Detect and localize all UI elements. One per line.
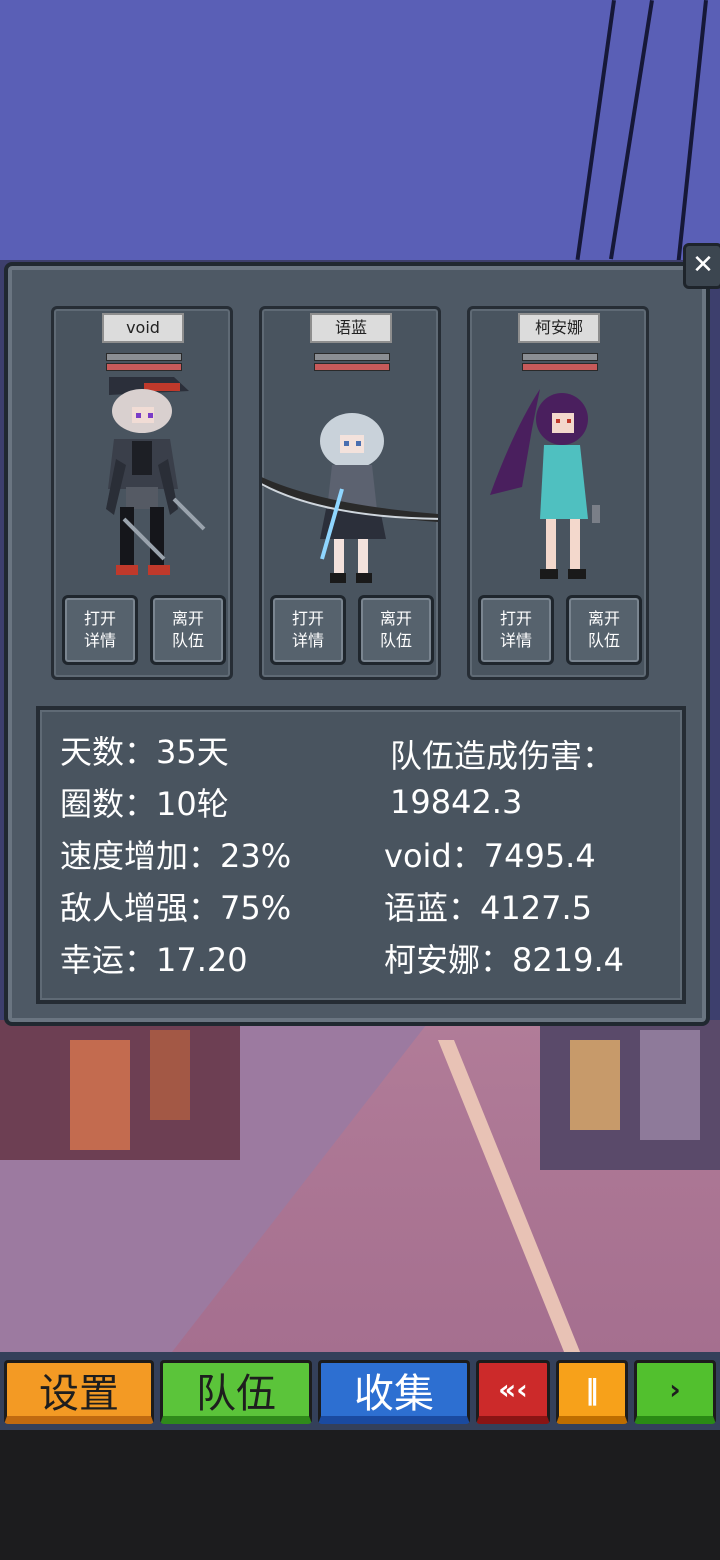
shop-window xyxy=(570,1040,620,1130)
leave-team-button[interactable]: 离开 队伍 xyxy=(566,595,642,665)
damage-yulan: 语蓝：4127.5 xyxy=(384,889,592,927)
button-label: 打开 详情 xyxy=(83,609,116,650)
button-label: 离开 队伍 xyxy=(587,609,620,650)
collect-label: 收集 xyxy=(354,1370,434,1417)
team-damage-value: 19842.3 xyxy=(390,783,523,821)
team-label: 队伍 xyxy=(196,1370,276,1417)
button-label: 离开 队伍 xyxy=(171,609,204,650)
shopfront-right xyxy=(540,1020,720,1170)
shopfront-left xyxy=(0,1020,240,1160)
stat-laps: 圈数：10轮 xyxy=(60,785,229,823)
close-icon: ✕ xyxy=(692,250,714,280)
settings-button[interactable]: 设置 xyxy=(4,1360,154,1424)
team-damage-label: 队伍造成伤害： xyxy=(390,737,615,775)
button-label: 离开 队伍 xyxy=(379,609,412,650)
close-button[interactable]: ✕ xyxy=(683,243,720,289)
collect-button[interactable]: 收集 xyxy=(318,1360,470,1424)
open-details-button[interactable]: 打开 详情 xyxy=(478,595,554,665)
hp-bar xyxy=(106,353,182,361)
button-label: 打开 详情 xyxy=(291,609,324,650)
member-card-yulan: 语蓝 打开 详情 离开 队伍 xyxy=(259,306,441,680)
team-stats-box: 天数：35天 圈数：10轮 速度增加：23% 敌人增强：75% 幸运：17.20… xyxy=(36,706,686,1004)
rewind-button[interactable]: «‹ xyxy=(476,1360,550,1424)
play-button[interactable]: › xyxy=(634,1360,716,1424)
character-sprite-keanna xyxy=(490,389,600,579)
member-card-keanna: 柯安娜 打开 详情 离开 队伍 xyxy=(467,306,649,680)
settings-label: 设置 xyxy=(39,1370,119,1417)
bottom-toolbar: 设置 队伍 收集 «‹ ‖ › xyxy=(0,1352,720,1430)
damage-keanna: 柯安娜：8219.4 xyxy=(384,941,624,979)
hp-bar xyxy=(314,353,390,361)
stat-days: 天数：35天 xyxy=(60,733,229,771)
member-name: 柯安娜 xyxy=(518,313,600,343)
button-label: 打开 详情 xyxy=(499,609,532,650)
pause-icon: ‖ xyxy=(585,1373,599,1406)
character-sprite-yulan xyxy=(262,413,438,583)
member-name: void xyxy=(102,313,184,343)
pause-button[interactable]: ‖ xyxy=(556,1360,628,1424)
open-details-button[interactable]: 打开 详情 xyxy=(270,595,346,665)
team-button[interactable]: 队伍 xyxy=(160,1360,312,1424)
rewind-icon: «‹ xyxy=(498,1373,528,1406)
shop-window xyxy=(150,1030,190,1120)
open-details-button[interactable]: 打开 详情 xyxy=(62,595,138,665)
leave-team-button[interactable]: 离开 队伍 xyxy=(358,595,434,665)
damage-void: void：7495.4 xyxy=(384,837,596,875)
member-card-void: void 打开 详情 离开 队伍 xyxy=(51,306,233,680)
leave-team-button[interactable]: 离开 队伍 xyxy=(150,595,226,665)
stat-speed-bonus: 速度增加：23% xyxy=(60,837,292,875)
stat-luck: 幸运：17.20 xyxy=(60,941,248,979)
character-sprite-void xyxy=(106,377,206,575)
play-icon: › xyxy=(669,1373,681,1406)
member-name: 语蓝 xyxy=(310,313,392,343)
shop-window xyxy=(640,1030,700,1140)
hp-bar xyxy=(522,353,598,361)
shop-window xyxy=(70,1040,130,1150)
stat-enemy-boost: 敌人增强：75% xyxy=(60,889,292,927)
